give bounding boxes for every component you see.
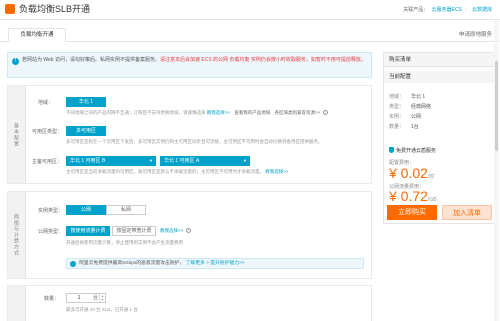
link-rds[interactable]: 云数据库 <box>472 7 492 13</box>
tab-apply-service[interactable]: 申请原地服务 <box>459 30 492 38</box>
section-side: 网络与计费方式 <box>8 192 26 278</box>
tab-bar: 负载均衡开通 申请原地服务 <box>0 28 500 42</box>
zones-hint: 主可用区是当前承载流量的可用区，备可用区是默认不承载流量的；主可用区不可用时才承… <box>66 169 289 174</box>
region-help-link[interactable]: 教我选择>> <box>207 110 230 115</box>
top-bar: 负载均衡SLB开通 关联产品： 云服务器ECS | 云数据库 <box>0 0 500 20</box>
section-side: 基本配置 <box>8 86 26 183</box>
region-hint: 不同地域之间的产品内网不互通；订购后不支持更换地域，请谨慎选择 教我选择>> 查… <box>66 110 328 115</box>
quantity-stepper[interactable]: 1 台 ▲ ▼ <box>66 293 106 303</box>
quantity-label: 数量： <box>44 296 60 302</box>
purchase-summary: 购买清单 当前配置 地域： 华北 1 类型： 经典网络 实例： 公网 数量： 1台 免费… <box>383 52 496 224</box>
primary-zone-select[interactable]: 华北 1 可用区 B ▼ <box>66 156 156 166</box>
scroll-thumb[interactable] <box>495 61 498 151</box>
ddos-tip: 阿里云免费提供最高5Gbps的恶意流量攻击防护， 了解更多 > 提升防护能力>> <box>66 258 364 269</box>
notice-warning: 请注意本后会加速 ECS 的公网 负载均衡 实例仍会按小时收取服务，如暂时不用可… <box>159 57 366 63</box>
billing-hint: 开通后按使用流量计算，停止使用则实例不会产生流量费用 <box>66 240 183 245</box>
related-label: 关联产品： <box>403 7 429 13</box>
quantity-hint: 最多可开通 10 台 SLB，已开通 1 台 <box>66 307 138 312</box>
zone-type-multi[interactable]: 多可用区 <box>66 126 106 136</box>
shield-tag: 免费开通云盾服务 <box>389 147 436 154</box>
notice-banner: ! 若网站为 Web 访问，请勾好策后。私网实例不提供备案服务。请注意本后会加速… <box>7 52 372 78</box>
cart-head: 购买清单 <box>384 53 495 67</box>
instance-type-private[interactable]: 私网 <box>106 205 146 215</box>
link-ecs[interactable]: 云服务器ECS <box>432 7 462 13</box>
cart-row: 地域： 华北 1 <box>389 94 426 100</box>
basic-config-section: 基本配置 地域： 华北 1 不同地域之间的产品内网不互通；订购后不支持更换地域，… <box>7 85 372 184</box>
cart-sub: 当前配置 <box>384 71 495 83</box>
side-label-network: 网络与计费方式 <box>13 214 19 256</box>
region-link2[interactable]: 查看我的产品地域 <box>234 110 270 115</box>
side-label-basic: 基本配置 <box>13 122 19 147</box>
chevron-down-icon: ▼ <box>149 158 153 163</box>
region-label: 地域： <box>38 100 54 106</box>
page-title: 负载均衡SLB开通 <box>19 4 91 14</box>
cart-row: 类型： 经典网络 <box>389 104 432 110</box>
instance-type-label: 实例类型： <box>38 208 64 214</box>
info-icon: ! <box>12 58 19 65</box>
upgrade-protection-link[interactable]: 提升防护能力>> <box>210 261 244 266</box>
quantity-section: 数量： 1 台 ▲ ▼ 最多可开通 10 台 SLB，已开通 1 台 <box>7 285 372 321</box>
quantity-unit: 台 <box>93 295 99 301</box>
shield-icon <box>389 147 394 153</box>
cart-row: 数量： 1台 <box>389 124 419 130</box>
billing-by-bandwidth[interactable]: 按固定带宽计费 <box>112 226 156 236</box>
region-option-huabei1[interactable]: 华北 1 <box>66 97 106 107</box>
zones-label: 主备可用区： <box>32 159 63 165</box>
related-products: 关联产品： 云服务器ECS | 云数据库 <box>403 7 492 13</box>
logo-icon <box>5 4 15 14</box>
instance-type-public[interactable]: 公网 <box>66 205 106 215</box>
section-side <box>8 286 26 321</box>
help-icon[interactable]: ? <box>322 110 328 115</box>
region-link3[interactable]: 各区域类别兼容资源>> <box>275 110 321 115</box>
network-billing-section: 网络与计费方式 实例类型： 公网 私网 公网类型： 按使用流量计费 按固定带宽计… <box>7 191 372 279</box>
help-icon[interactable]: ? <box>185 228 191 233</box>
billing-by-traffic[interactable]: 按使用流量计费 <box>66 226 110 236</box>
zones-help-link[interactable]: 教我选择>> <box>265 169 288 174</box>
billing-help-link[interactable]: 教我选择>> <box>160 228 183 233</box>
buy-now-button[interactable]: 立即购买 <box>387 205 437 220</box>
zone-type-label: 可用区类型： <box>32 129 63 135</box>
cart-row: 实例： 公网 <box>389 114 422 120</box>
chevron-down-icon: ▼ <box>243 158 247 163</box>
notice-text: 若网站为 Web 访问，请勾好策后。私网实例不提供备案服务。请注意本后会加速 E… <box>22 57 366 63</box>
billing-help: 教我选择>> ? <box>160 228 191 234</box>
stepper-arrows-icon[interactable]: ▲ ▼ <box>99 294 105 302</box>
zone-type-hint: 多可用区是指在一个可用区下发后，多可用区实例仍和主可用区同步且可流接，主可用区不… <box>66 139 323 144</box>
tab-slb-open[interactable]: 负载均衡开通 <box>8 28 66 42</box>
backup-zone-select[interactable]: 华北 1 可用区 A ▼ <box>160 156 250 166</box>
learn-more-link[interactable]: 了解更多 > <box>186 261 209 266</box>
quantity-value[interactable]: 1 <box>67 294 91 302</box>
page-scrollbar[interactable] <box>494 21 499 321</box>
info-icon <box>70 261 76 267</box>
add-to-cart-button[interactable]: 加入清单 <box>442 205 492 220</box>
billing-label: 公网类型： <box>38 229 64 235</box>
